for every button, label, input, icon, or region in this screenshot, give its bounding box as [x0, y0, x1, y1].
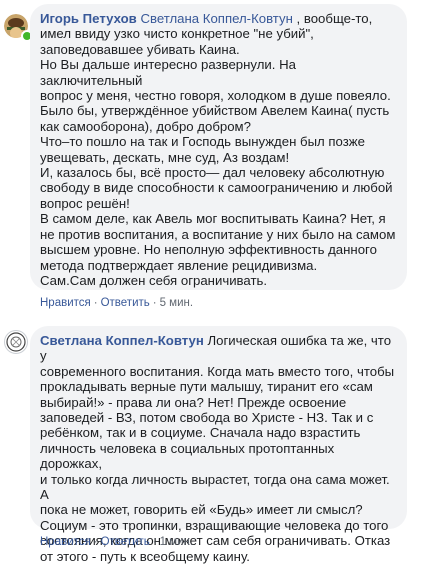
- comment-line: Но Вы дальше интересно развернули. На за…: [40, 57, 300, 88]
- comment-actions: Нравится · Ответить · 1 мин.: [40, 536, 193, 548]
- comment-text: , вообще-то,: [292, 11, 373, 26]
- comment-first-line: Светлана Коппел-Ковтун Логическая ошибка…: [40, 333, 397, 364]
- comment-line: имел ввиду узко чисто конкретное "не уби…: [40, 26, 314, 42]
- comment-line: выбирай!» - права ли она? Нет! Прежде ос…: [40, 394, 347, 410]
- comment-line: вопрос у меня, честно говоря, холодком в…: [40, 88, 391, 104]
- comment-author[interactable]: Игорь Петухов: [40, 11, 137, 26]
- like-link[interactable]: Нравится: [40, 536, 91, 548]
- separator-dot: ·: [152, 536, 157, 548]
- comment-line: и только когда личность вырастет, тогда …: [40, 471, 394, 503]
- comment-line: Сам.Сам должен себя ограничивать.: [40, 272, 268, 288]
- separator-dot: ·: [93, 297, 98, 309]
- comment-line: ребёнком, так и в социуме. Сначала надо …: [40, 425, 361, 441]
- like-link[interactable]: Нравится: [40, 297, 91, 309]
- comment-bubble: Игорь Петухов Светлана Коппел-Ковтун , в…: [30, 4, 407, 290]
- comment-line: высшем уровне. Но неполную эффективность…: [40, 242, 377, 258]
- comment-line: личность человека в социальных протоптан…: [40, 440, 338, 472]
- comment-line: метода подтверждает явление рецидивизма.: [40, 257, 318, 273]
- comment-timestamp[interactable]: 1 мин.: [160, 536, 193, 548]
- comment-line: вопрос решён!: [40, 195, 130, 211]
- comment-line: как самооборона), добро добром?: [40, 118, 251, 134]
- comment-line: свободу в виде способности к самоогранич…: [40, 180, 393, 196]
- avatar[interactable]: [4, 330, 28, 354]
- comment-line: заповедовавшее убивать Каина.: [40, 41, 240, 57]
- reply-link[interactable]: Ответить: [101, 536, 150, 548]
- comment-timestamp[interactable]: 5 мин.: [160, 297, 193, 309]
- comment-actions: Нравится · Ответить · 5 мин.: [40, 297, 193, 309]
- comment-line: Социум - это тропинки, взращивающие чело…: [40, 517, 389, 533]
- comment-line: В самом деле, как Авель мог воспитывать …: [40, 211, 386, 227]
- separator-dot: ·: [152, 297, 157, 309]
- comment-line: современного воспитания. Когда мать вмес…: [40, 363, 395, 379]
- comment-first-line: Игорь Петухов Светлана Коппел-Ковтун , в…: [40, 11, 397, 26]
- comment-line: И, казалось бы, всё просто— дал человеку…: [40, 165, 385, 181]
- comment-line: увещевать, дескать, мне суд, Аз воздам!: [40, 149, 290, 165]
- comment-author[interactable]: Светлана Коппел-Ковтун: [40, 333, 204, 348]
- comment-line: не против воспитания, а воспитание у них…: [40, 226, 396, 242]
- comment-line: Было бы, утверждённое убийством Авелем К…: [40, 103, 390, 119]
- comment-line: Что–то пошло на так и Господь вынужден б…: [40, 134, 365, 150]
- comment-line: от этого - путь к всеобщему каину.: [40, 548, 250, 564]
- separator-dot: ·: [93, 536, 98, 548]
- reply-link[interactable]: Ответить: [101, 297, 150, 309]
- comment-line: прокладывать верные пути малышу, тиранит…: [40, 379, 373, 395]
- comment-line: пока не может, говорить ей «Будь» имеет …: [40, 502, 363, 518]
- user-avatar-icon: [6, 332, 26, 352]
- comment-bubble: Светлана Коппел-Ковтун Логическая ошибка…: [30, 326, 407, 564]
- comment-line: заповедей - ВЗ, потом свобода во Христе …: [40, 410, 374, 426]
- mention-link[interactable]: Светлана Коппел-Ковтун: [140, 11, 292, 26]
